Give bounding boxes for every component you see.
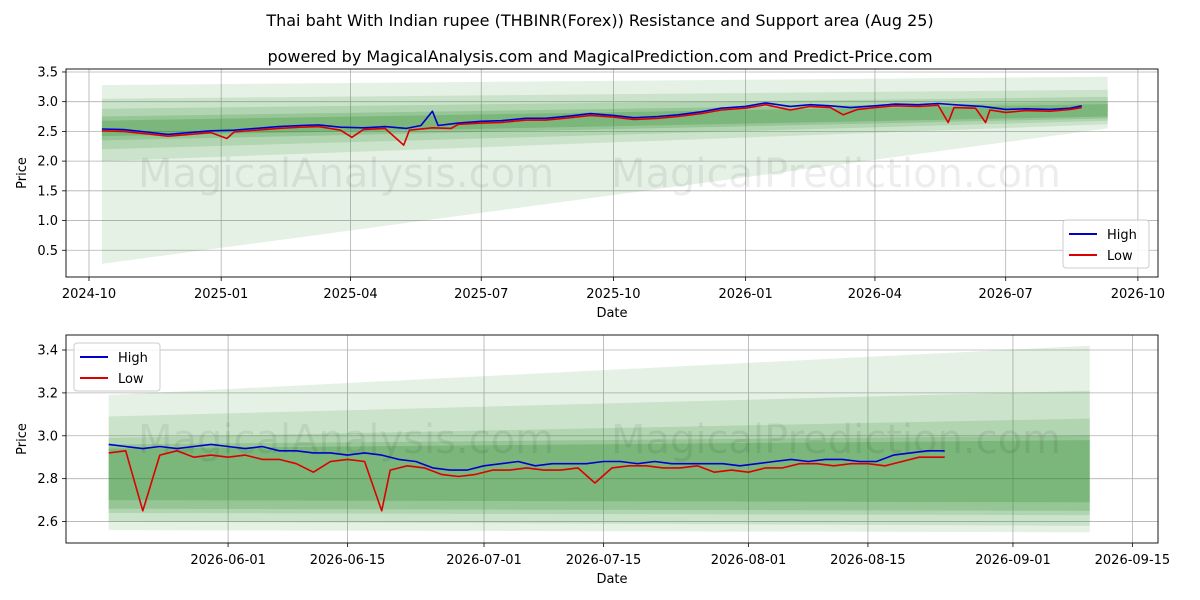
y-tick-label: 1.5: [37, 184, 58, 199]
y-tick-label: 3.5: [37, 65, 58, 80]
y-tick-label: 2.0: [37, 155, 58, 170]
y-tick-label: 2.8: [37, 472, 58, 487]
x-tick-label: 2026-08-15: [830, 553, 906, 568]
watermark: MagicalPrediction.com: [611, 417, 1061, 463]
x-tick-label: 2026-09-01: [975, 553, 1051, 568]
x-tick-label: 2026-08-01: [711, 553, 787, 568]
x-tick-label: 2026-07-01: [446, 553, 522, 568]
x-tick-label: 2026-07: [979, 287, 1033, 302]
x-tick-label: 2026-10: [1111, 287, 1165, 302]
x-tick-label: 2024-10: [62, 287, 116, 302]
watermark: MagicalPrediction.com: [611, 151, 1061, 197]
x-tick-label: 2025-07: [454, 287, 508, 302]
x-tick-label: 2026-07-15: [566, 553, 642, 568]
legend: High Low: [1062, 219, 1150, 269]
legend-label: High: [118, 351, 148, 366]
y-tick-label: 3.0: [37, 429, 58, 444]
legend-label: Low: [118, 372, 144, 387]
legend-label: High: [1107, 228, 1137, 243]
y-tick-label: 3.2: [37, 386, 58, 401]
x-axis-label: Date: [596, 572, 627, 587]
x-tick-label: 2026-04: [848, 287, 902, 302]
chart-canvas: Thai baht With Indian rupee (THBINR(Fore…: [0, 0, 1200, 600]
y-tick-label: 1.0: [37, 214, 58, 229]
y-tick-label: 0.5: [37, 244, 58, 259]
chart-title: Thai baht With Indian rupee (THBINR(Fore…: [265, 11, 933, 30]
x-tick-label: 2025-01: [194, 287, 248, 302]
x-axis-label: Date: [596, 306, 627, 321]
x-tick-label: 2025-10: [586, 287, 640, 302]
y-tick-label: 3.4: [37, 344, 58, 359]
y-tick-label: 2.6: [37, 515, 58, 530]
x-tick-label: 2026-06-15: [310, 553, 386, 568]
x-tick-label: 2025-04: [323, 287, 377, 302]
y-tick-label: 3.0: [37, 95, 58, 110]
watermark: MagicalAnalysis.com: [138, 151, 554, 197]
legend: High Low: [73, 342, 161, 392]
chart-subtitle: powered by MagicalAnalysis.com and Magic…: [267, 47, 932, 66]
x-tick-label: 2026-09-15: [1095, 553, 1171, 568]
y-axis-label: Price: [15, 157, 30, 189]
x-tick-label: 2026-06-01: [190, 553, 266, 568]
y-tick-label: 2.5: [37, 125, 58, 140]
legend-label: Low: [1107, 249, 1133, 264]
y-axis-label: Price: [15, 423, 30, 455]
x-tick-label: 2026-01: [718, 287, 772, 302]
